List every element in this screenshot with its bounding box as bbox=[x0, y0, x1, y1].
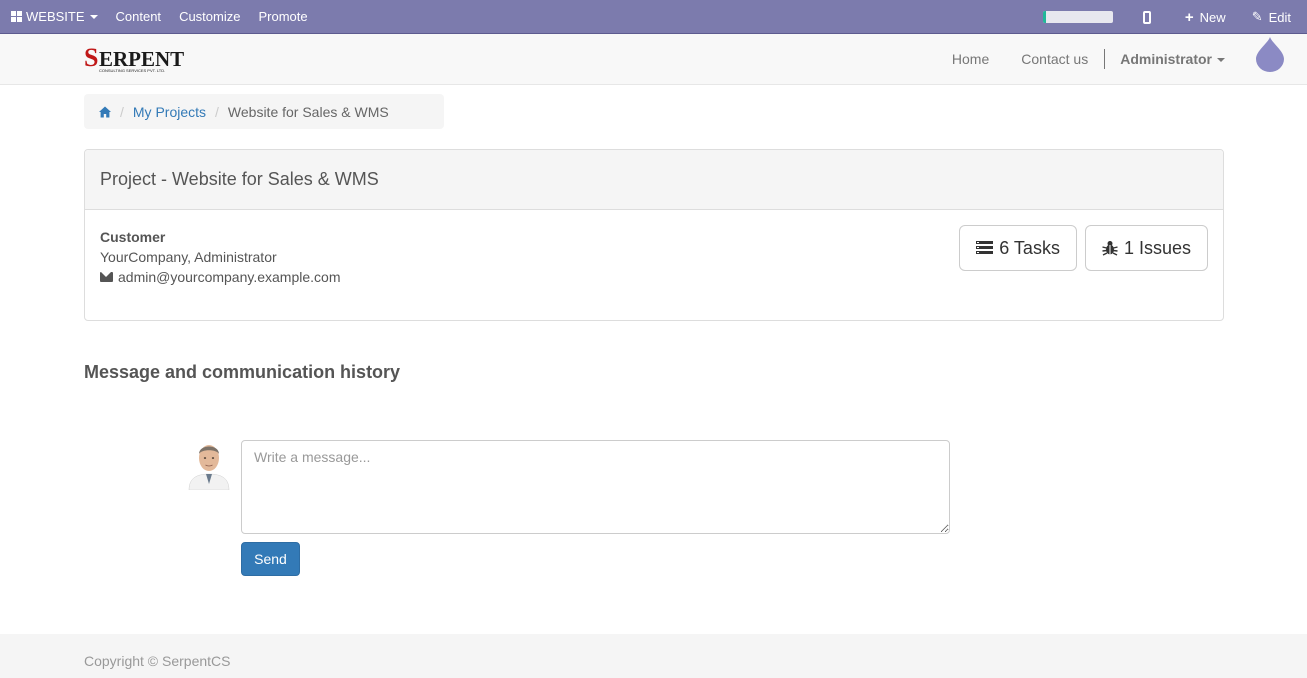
new-label: New bbox=[1199, 9, 1226, 25]
customer-email[interactable]: admin@yourcompany.example.com bbox=[118, 267, 341, 287]
main-nav: Home Contact us Administrator bbox=[936, 34, 1225, 84]
copyright-text: Copyright © SerpentCS bbox=[84, 653, 231, 669]
caret-down-icon bbox=[89, 14, 98, 19]
breadcrumb-current: Website for Sales & WMS bbox=[227, 103, 389, 120]
project-title: Project - Website for Sales & WMS bbox=[100, 169, 379, 189]
content-menu[interactable]: Content bbox=[107, 0, 171, 34]
customize-menu[interactable]: Customize bbox=[170, 0, 249, 34]
envelope-icon bbox=[100, 272, 113, 282]
project-panel-body: Customer YourCompany, Administrator admi… bbox=[85, 210, 1223, 304]
logo-s: S bbox=[84, 45, 98, 72]
drop-icon[interactable] bbox=[1256, 37, 1284, 73]
bug-icon bbox=[1102, 241, 1118, 256]
send-button[interactable]: Send bbox=[241, 542, 300, 576]
issues-button[interactable]: 1 Issues bbox=[1084, 225, 1208, 271]
plus-icon: + bbox=[1184, 8, 1194, 26]
promote-menu[interactable]: Promote bbox=[249, 0, 316, 34]
project-panel: Project - Website for Sales & WMS Custom… bbox=[84, 149, 1224, 321]
logo-subtext: CONSULTING SERVICES PVT. LTD. bbox=[99, 68, 165, 73]
drop-shape bbox=[1256, 37, 1284, 72]
site-footer: Copyright © SerpentCS bbox=[0, 634, 1307, 678]
project-actions: 6 Tasks 1 Issues bbox=[959, 225, 1208, 271]
edit-button[interactable]: ✎ Edit bbox=[1242, 0, 1307, 34]
new-button[interactable]: + New bbox=[1175, 0, 1242, 34]
progress-fill bbox=[1042, 11, 1046, 23]
website-menu-button[interactable]: WEBSITE bbox=[0, 0, 107, 34]
seo-progress-bar bbox=[1042, 11, 1113, 23]
message-input[interactable] bbox=[241, 440, 950, 534]
tasks-icon bbox=[976, 241, 994, 254]
chatter-title: Message and communication history bbox=[84, 362, 401, 382]
breadcrumb: / My Projects / Website for Sales & WMS bbox=[84, 94, 444, 129]
mobile-phone-icon bbox=[1142, 10, 1151, 24]
edit-label: Edit bbox=[1268, 9, 1291, 25]
pencil-icon: ✎ bbox=[1251, 9, 1263, 24]
breadcrumb-separator: / bbox=[215, 103, 219, 120]
mobile-preview-button[interactable] bbox=[1133, 0, 1175, 34]
apps-grid-icon bbox=[11, 11, 22, 22]
user-avatar bbox=[188, 445, 230, 490]
caret-down-icon bbox=[1217, 58, 1225, 63]
user-menu[interactable]: Administrator bbox=[1105, 51, 1225, 67]
tasks-button[interactable]: 6 Tasks bbox=[959, 225, 1077, 271]
site-header: S ERPENT CONSULTING SERVICES PVT. LTD. H… bbox=[0, 34, 1307, 85]
company-logo[interactable]: S ERPENT CONSULTING SERVICES PVT. LTD. bbox=[84, 45, 184, 75]
issues-label: 1 Issues bbox=[1123, 237, 1191, 258]
website-editor-bar: WEBSITE Content Customize Promote + New … bbox=[0, 0, 1307, 34]
nav-contact[interactable]: Contact us bbox=[1005, 51, 1104, 67]
nav-home[interactable]: Home bbox=[936, 51, 1005, 67]
user-name: Administrator bbox=[1120, 51, 1212, 67]
project-panel-heading: Project - Website for Sales & WMS bbox=[85, 150, 1223, 210]
website-menu-label: WEBSITE bbox=[26, 9, 85, 24]
breadcrumb-separator: / bbox=[120, 103, 124, 120]
breadcrumb-my-projects[interactable]: My Projects bbox=[133, 104, 206, 120]
tasks-label: 6 Tasks bbox=[999, 237, 1060, 258]
home-icon[interactable] bbox=[99, 106, 111, 118]
